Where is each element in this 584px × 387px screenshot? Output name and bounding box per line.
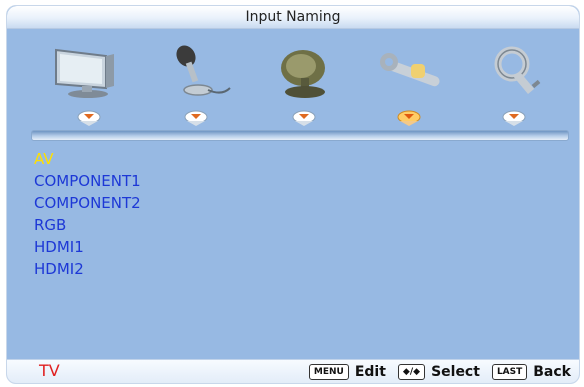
edit-hint: Edit xyxy=(354,364,386,380)
selector-marker xyxy=(184,110,208,126)
key-icon[interactable] xyxy=(482,44,552,100)
last-key: LAST xyxy=(491,364,528,380)
monitor-icon[interactable] xyxy=(52,44,122,100)
back-hint: Back xyxy=(533,364,571,380)
nav-key: ◆/◆ xyxy=(397,364,426,380)
footer-bar: TV MENU Edit ◆/◆ Select LAST Back xyxy=(7,359,579,383)
input-item-av[interactable]: AV xyxy=(34,148,141,170)
wrench-icon[interactable] xyxy=(377,44,447,100)
input-item-component2[interactable]: COMPONENT2 xyxy=(34,192,141,214)
selector-marker xyxy=(77,110,101,126)
satellite-dish-icon[interactable] xyxy=(271,44,341,100)
microphone-icon[interactable] xyxy=(162,44,232,100)
key-hints: MENU Edit ◆/◆ Select LAST Back xyxy=(308,364,571,380)
input-item-component1[interactable]: COMPONENT1 xyxy=(34,170,141,192)
source-label: TV xyxy=(39,361,60,380)
selector-marker xyxy=(292,110,316,126)
divider-bar xyxy=(31,130,569,141)
title-bar: Input Naming xyxy=(7,6,579,29)
input-item-hdmi1[interactable]: HDMI1 xyxy=(34,236,141,258)
input-item-rgb[interactable]: RGB xyxy=(34,214,141,236)
input-list: AV COMPONENT1 COMPONENT2 RGB HDMI1 HDMI2 xyxy=(34,148,141,280)
page-title: Input Naming xyxy=(245,9,341,25)
menu-key: MENU xyxy=(308,364,349,380)
selector-marker-active xyxy=(397,110,421,126)
selector-marker xyxy=(502,110,526,126)
select-hint: Select xyxy=(431,364,480,380)
osd-window: Input Naming AV COMPONENT1 COMPONENT2 RG… xyxy=(6,5,580,384)
input-item-hdmi2[interactable]: HDMI2 xyxy=(34,258,141,280)
